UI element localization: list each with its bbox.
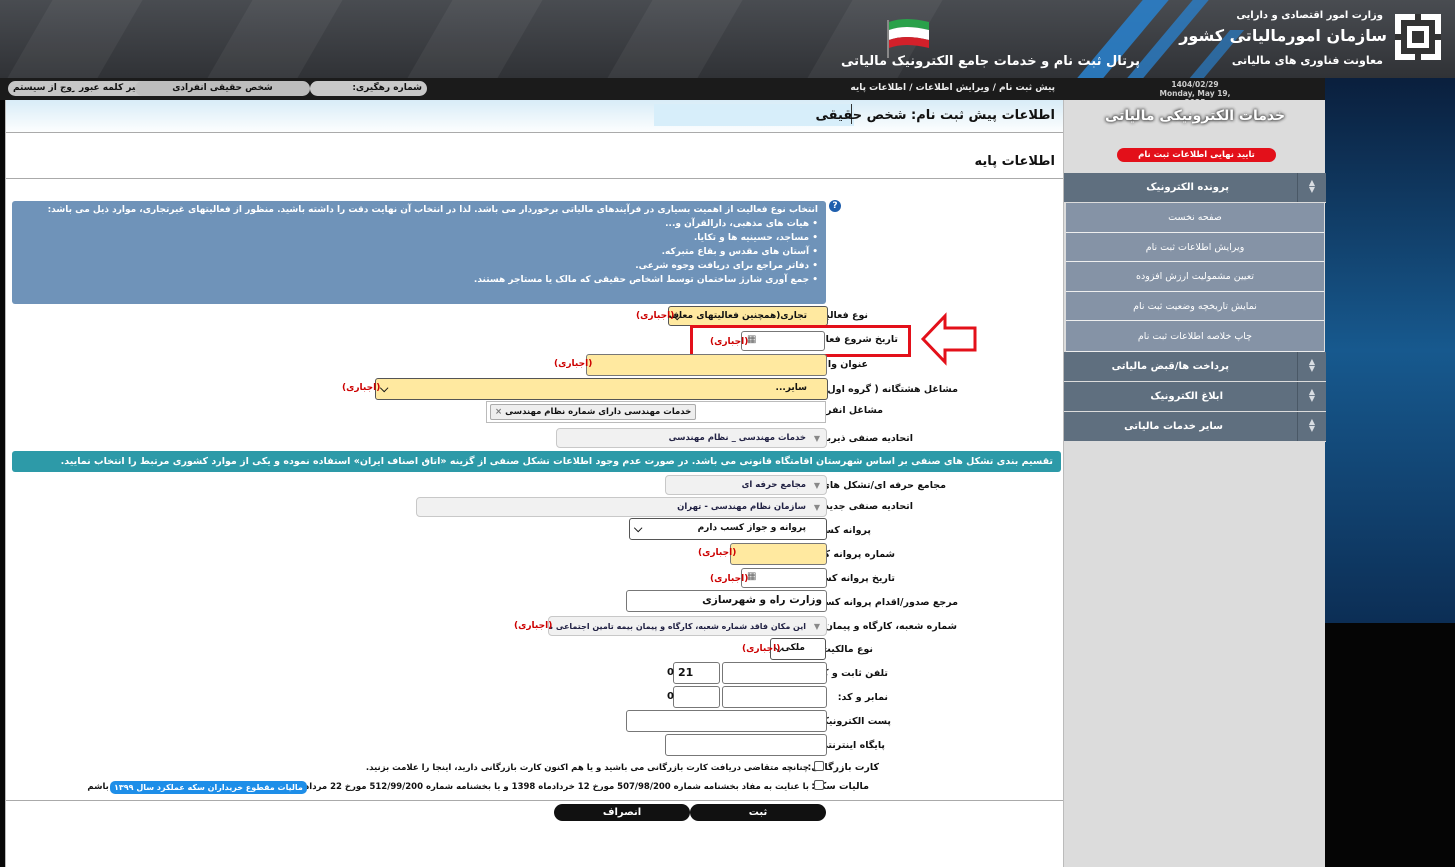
fax-code-input[interactable] [673, 686, 720, 708]
coin-tax-badge[interactable]: مالیات مقطوع خریداران سکه عملکرد سال ۱۳۹… [110, 781, 307, 794]
sidebar-menu-other-services[interactable]: سایر خدمات مالیاتی ▲ ▼ [1064, 412, 1326, 442]
section-title: اطلاعات پایه [974, 154, 1055, 169]
website-input[interactable] [665, 734, 827, 756]
selected-tag: × خدمات مهندسی دارای شماره نظام مهندسی [490, 404, 697, 420]
required-marker: (اجباری) [742, 644, 781, 654]
tag-remove-icon[interactable]: × [495, 407, 502, 417]
site-header: پرتال ثبت نام و خدمات جامع الکترونیک مال… [0, 0, 1455, 78]
required-marker: (اجباری) [342, 383, 381, 393]
coin-tax-checkbox[interactable] [814, 780, 824, 790]
commerce-card-checkbox[interactable] [814, 761, 824, 771]
new-union-label: اتحادیه صنفی جدید: [820, 501, 913, 512]
occupation-group-select[interactable]: سایر... ⌵ [375, 378, 828, 400]
guild-note-box: تقسیم بندی تشکل های صنفی بر اساس شهرستان… [12, 451, 1061, 472]
license-issuer-label: مرجع صدور/اقدام پروانه کسبی: [807, 597, 958, 608]
fax-number-input[interactable] [722, 686, 827, 708]
info-item: دفاتر مراجع برای دریافت وجوه شرعی. [635, 261, 810, 271]
expand-collapse-icon: ▲ ▼ [1297, 412, 1326, 441]
commerce-card-text: چنانچه متقاضی دریافت کارت بازرگانی می با… [365, 763, 809, 773]
activity-type-select[interactable]: تجاری(همچنین فعالیتهای معاف از مالیات)⌵ [668, 306, 828, 326]
info-item: مساجد، حسینیه ها و تکایا. [693, 233, 810, 243]
cancel-button[interactable]: انصراف [554, 804, 690, 821]
chevron-down-icon: ⌵ [380, 382, 389, 395]
required-marker: (اجباری) [514, 621, 553, 631]
required-marker: (اجباری) [698, 548, 737, 558]
sidebar-item-edit-registration[interactable]: ویرایش اطلاعات ثبت نام [1066, 233, 1324, 262]
sidebar-item-vat-eligibility[interactable]: تعیین مشمولیت ارزش افزوده [1066, 262, 1324, 292]
branch-dropdown[interactable]: این مکان فاقد شماره شعبه، کارگاه و پیمان… [548, 616, 827, 636]
fax-label: نمابر و کد: [837, 692, 888, 703]
info-item: جمع آوری شارژ ساختمان توسط اشخاص حقیقی ک… [473, 275, 810, 285]
ministry-text: وزارت امور اقتصادی و دارایی [1236, 10, 1383, 21]
portal-title: پرتال ثبت نام و خدمات جامع الکترونیک مال… [841, 54, 1140, 69]
required-marker: (اجباری) [710, 574, 749, 584]
tracking-number-field: شماره رهگیری: [310, 81, 427, 96]
individual-jobs-multiselect[interactable]: × خدمات مهندسی دارای شماره نظام مهندسی [486, 401, 826, 423]
highlight-box [690, 325, 911, 357]
deputy-text: معاونت فناوری های مالیاتی [1231, 54, 1383, 67]
tax-org-logo-icon [1393, 12, 1443, 62]
page-title: اطلاعات پیش ثبت نام: شخص حقیقی [815, 108, 1055, 123]
required-marker: (اجباری) [636, 311, 675, 321]
phone-code-input[interactable]: 21 [673, 662, 720, 684]
license-issuer-input[interactable]: وزارت راه و شهرسازی [626, 590, 827, 612]
person-type-field: شخص حقیقی انفرادی [135, 81, 310, 96]
triangle-down-icon: ▼ [813, 503, 820, 512]
union-dropdown[interactable]: خدمات مهندسی _ نظام مهندسی ▼ [556, 428, 827, 448]
expand-collapse-icon: ▲ ▼ [1297, 382, 1326, 411]
sidebar-item-home[interactable]: صفحه نخست [1066, 203, 1324, 233]
submit-button[interactable]: ثبت [690, 804, 826, 821]
tracking-label: شماره رهگیری: [352, 83, 422, 93]
guild-assembly-dropdown[interactable]: مجامع حرفه ای ▼ [665, 475, 827, 495]
fax-prefix: 0 [667, 691, 674, 702]
info-item: آستان های مقدس و بقاع متبرکه. [661, 247, 810, 257]
union-label: اتحادیه صنفی ذیربط: [813, 433, 913, 444]
chevron-down-icon: ⌵ [634, 522, 643, 535]
expand-collapse-icon: ▲ ▼ [1297, 173, 1326, 202]
new-union-dropdown[interactable]: سازمان نظام مهندسی - تهران ▼ [416, 497, 827, 517]
email-input[interactable] [626, 710, 827, 732]
triangle-down-icon: ▼ [813, 434, 820, 443]
sidebar-item-print-summary[interactable]: چاپ خلاصه اطلاعات ثبت نام [1066, 321, 1324, 352]
calendar-icon[interactable]: ▦ [747, 571, 756, 582]
date-fa: 1404/02/29 [1171, 80, 1219, 89]
sidebar: خدمات الکترونیکی مالیاتی تایید نهایی اطل… [1063, 100, 1326, 867]
business-name-input[interactable] [586, 354, 827, 376]
info-box: انتخاب نوع فعالیت از اهمیت بسیاری در فرآ… [12, 201, 826, 304]
org-name: سازمان امورمالیاتی کشور [1179, 26, 1387, 45]
decorative-side-panel [1325, 78, 1455, 623]
required-marker: (اجباری) [554, 359, 593, 369]
sidebar-menu-notifications[interactable]: ابلاغ الکترونیک ▲ ▼ [1064, 382, 1326, 412]
final-confirm-button[interactable]: تایید نهایی اطلاعات ثبت نام [1117, 148, 1276, 162]
phone-prefix: 0 [667, 667, 674, 678]
triangle-down-icon: ▼ [813, 481, 820, 490]
sidebar-logo: خدمات الکترونیکی مالیاتی [1104, 108, 1286, 124]
info-item: هیات های مذهبی، دارالقرآن و... [665, 219, 810, 229]
sidebar-menu-e-file[interactable]: پرونده الکترونیک ▲ ▼ [1064, 173, 1326, 203]
arrow-left-icon [919, 312, 979, 366]
license-select[interactable]: پروانه و جواز کسب دارم ⌵ [629, 518, 827, 540]
info-intro: انتخاب نوع فعالیت از اهمیت بسیاری در فرآ… [47, 205, 818, 215]
sidebar-item-registration-history[interactable]: نمایش تاریخچه وضعیت ثبت نام [1066, 292, 1324, 321]
breadcrumb: پیش ثبت نام / ویرایش اطلاعات / اطلاعات پ… [850, 83, 1055, 93]
expand-collapse-icon: ▲ ▼ [1297, 352, 1326, 381]
phone-number-input[interactable] [722, 662, 827, 684]
top-bar: خروج از سیستم تغییر کلمه عبور شخص حقیقی … [0, 78, 1455, 107]
sidebar-menu-payments[interactable]: پرداخت ها/قبض مالیاتی ▲ ▼ [1064, 352, 1326, 382]
help-icon[interactable]: ? [829, 200, 841, 212]
main-content: اطلاعات پیش ثبت نام: شخص حقیقی اطلاعات پ… [5, 100, 1064, 867]
triangle-down-icon: ▼ [813, 622, 820, 631]
license-number-input[interactable] [730, 543, 827, 565]
